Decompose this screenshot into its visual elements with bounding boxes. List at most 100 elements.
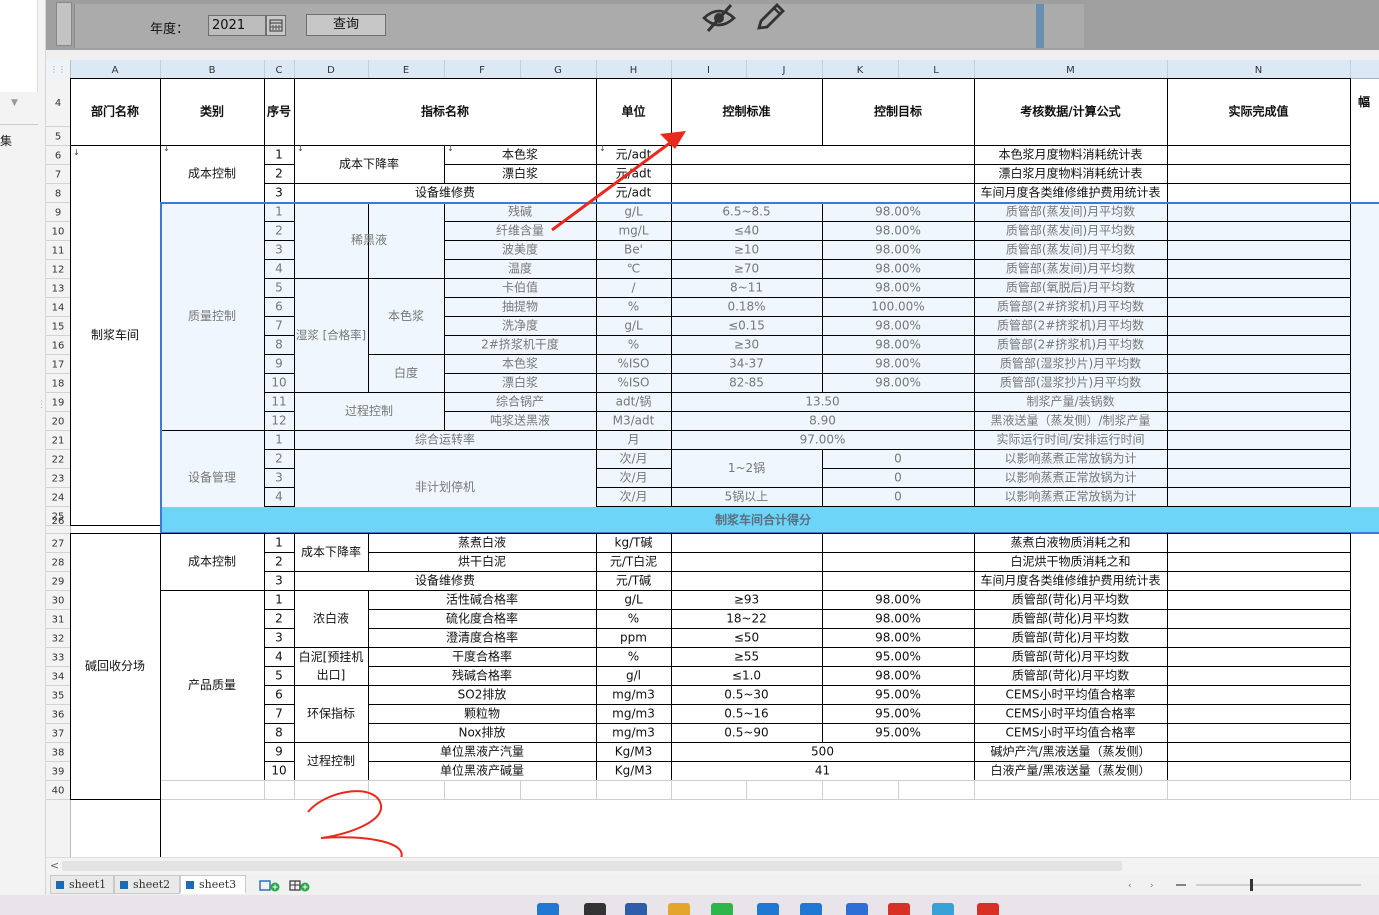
row-header[interactable]: 32 [52, 634, 65, 645]
file-explorer-icon[interactable] [668, 903, 690, 915]
indicator-cell: 设备维修费 [415, 185, 475, 200]
column-header[interactable]: A [112, 65, 119, 76]
row-header[interactable]: 26 [52, 516, 65, 527]
resize-grip-icon[interactable]: ⋮ [37, 400, 46, 410]
indicator-cell: 蒸煮白液 [458, 535, 506, 550]
filter-arrow-icon[interactable]: ↓ [73, 148, 80, 157]
row-header[interactable]: 17 [52, 360, 65, 371]
eye-slash-icon[interactable] [701, 2, 737, 38]
row-header[interactable]: 20 [52, 417, 65, 428]
row-header[interactable]: 18 [52, 379, 65, 390]
row-header[interactable]: 30 [52, 596, 65, 607]
column-header[interactable]: E [403, 65, 409, 76]
row-header[interactable]: 22 [52, 455, 65, 466]
standard-cell: 0.5~90 [724, 726, 768, 740]
row-header[interactable]: 37 [52, 729, 65, 740]
unit-cell: %ISO [617, 357, 649, 371]
row-header[interactable]: 24 [52, 493, 65, 504]
column-header[interactable]: L [933, 65, 939, 76]
seq-cell: 5 [275, 669, 283, 683]
column-header[interactable]: C [276, 65, 283, 76]
row-header[interactable]: 14 [52, 303, 65, 314]
seq-cell: 11 [271, 395, 286, 409]
row-header[interactable]: 36 [52, 710, 65, 721]
app-icon[interactable] [932, 903, 954, 915]
row-header[interactable]: 9 [55, 208, 61, 219]
row-header[interactable]: 12 [52, 265, 65, 276]
column-header[interactable]: N [1255, 65, 1262, 76]
row-header[interactable]: 19 [52, 398, 65, 409]
row-header[interactable]: 21 [52, 436, 65, 447]
row-header[interactable]: 35 [52, 691, 65, 702]
standard-cell: 8~11 [730, 281, 763, 295]
scrollbar-thumb[interactable] [62, 861, 1122, 871]
formula-cell: 白液产量/黑液送量（蒸发侧） [990, 763, 1150, 778]
grid-canvas[interactable]: A B C D E F G H I J K L M N 4 5 6 7 8 9 10 11 12 13 14 15 16 17 18 19… [46, 60, 1379, 857]
horizontal-scrollbar[interactable]: < [46, 858, 1379, 874]
row-header[interactable]: 8 [55, 189, 61, 200]
wps-icon[interactable] [977, 903, 999, 915]
row-header[interactable]: 27 [52, 539, 65, 550]
row-header[interactable]: 10 [52, 227, 65, 238]
windows-start-icon[interactable] [537, 903, 559, 915]
column-header[interactable]: F [479, 65, 485, 76]
target-cell: 98.00% [875, 338, 921, 352]
wechat-icon[interactable] [711, 903, 733, 915]
filter-arrow-icon[interactable]: ↓ [163, 144, 170, 153]
search-icon[interactable] [584, 903, 606, 915]
row-header[interactable]: 4 [55, 98, 61, 109]
row-header[interactable]: 33 [52, 653, 65, 664]
row-header[interactable]: 31 [52, 615, 65, 626]
row-header[interactable]: 28 [52, 558, 65, 569]
row-header[interactable]: 16 [52, 341, 65, 352]
row-header[interactable]: 34 [52, 672, 65, 683]
add-sheet-icon[interactable] [259, 878, 281, 892]
row-header[interactable]: 15 [52, 322, 65, 333]
year-input[interactable]: 2021 [208, 15, 266, 36]
seq-cell: 6 [275, 688, 283, 702]
app-icon[interactable] [757, 903, 779, 915]
scroll-left-icon[interactable]: < [50, 859, 59, 872]
app-icon[interactable] [800, 903, 822, 915]
row-header[interactable]: 40 [52, 786, 65, 797]
column-header[interactable]: I [707, 65, 710, 76]
column-header[interactable]: J [782, 65, 786, 76]
column-header[interactable]: B [209, 65, 216, 76]
row-header[interactable]: 13 [52, 284, 65, 295]
spreadsheet-grid[interactable]: A B C D E F G H I J K L M N 4 5 6 7 8 9 10 11 12 13 14 15 16 17 18 19… [46, 60, 1379, 857]
row-header[interactable]: 29 [52, 577, 65, 588]
column-header[interactable]: K [857, 65, 864, 76]
unit-cell: Be' [624, 243, 643, 257]
target-cell: 98.00% [875, 612, 921, 626]
pencil-icon[interactable] [752, 2, 788, 38]
sheet-tab[interactable]: sheet2 [114, 875, 180, 894]
query-button[interactable]: 查询 [306, 14, 386, 36]
row-header[interactable]: 38 [52, 748, 65, 759]
row-header[interactable]: 23 [52, 474, 65, 485]
row-header[interactable]: 39 [52, 767, 65, 778]
row-header[interactable]: 6 [55, 151, 61, 162]
filter-arrow-icon[interactable]: ↓ [599, 144, 606, 153]
chrome-icon[interactable] [888, 903, 910, 915]
column-header[interactable]: H [630, 65, 638, 76]
browser-icon[interactable] [846, 903, 868, 915]
task-view-icon[interactable] [625, 903, 647, 915]
filter-arrow-icon[interactable]: ↓ [297, 144, 304, 153]
column-header[interactable]: G [554, 65, 562, 76]
calendar-icon[interactable] [266, 15, 286, 36]
column-header[interactable]: D [327, 65, 335, 76]
select-all-icon[interactable]: ⋮⋮ [50, 65, 66, 74]
sheet-tab-active[interactable]: sheet3 [180, 875, 246, 894]
row-header[interactable]: 5 [55, 132, 61, 143]
chevron-down-icon[interactable]: ▼ [11, 98, 18, 108]
side-panel-label[interactable]: 集 [0, 132, 12, 149]
formula-cell: 质管部(苛化)月平均数 [1012, 592, 1129, 607]
add-sheet-grid-icon[interactable] [289, 878, 311, 892]
unit-cell: adt/锅 [616, 394, 652, 409]
filter-arrow-icon[interactable]: ↓ [447, 144, 454, 153]
row-header[interactable]: 11 [52, 246, 65, 257]
row-header[interactable]: 7 [55, 170, 61, 181]
zoom-slider[interactable]: ‹ › [1126, 877, 1376, 893]
sheet-tab[interactable]: sheet1 [50, 875, 114, 894]
column-header[interactable]: M [1066, 65, 1075, 76]
